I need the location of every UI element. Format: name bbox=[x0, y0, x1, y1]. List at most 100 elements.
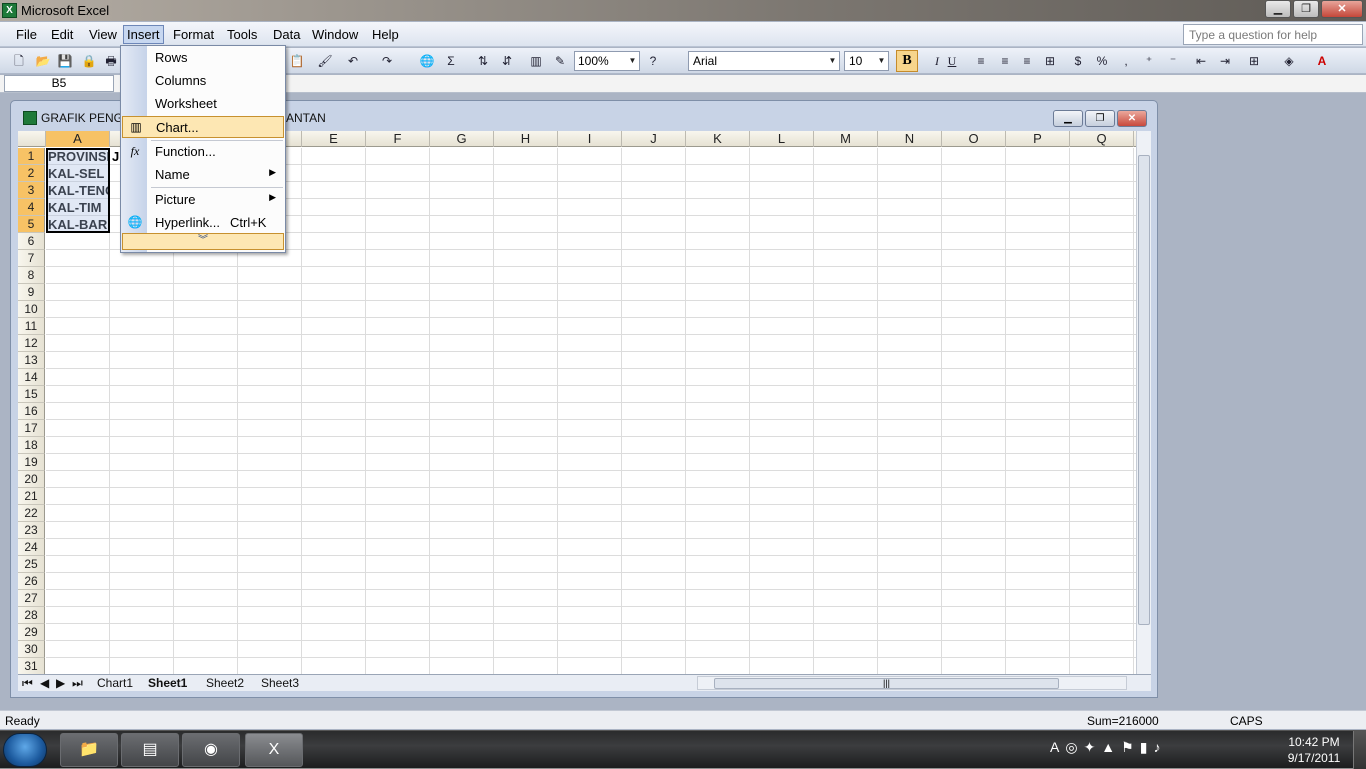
workbook-minimize-button[interactable]: ▁ bbox=[1053, 110, 1083, 127]
vertical-scroll-thumb[interactable] bbox=[1138, 155, 1150, 625]
align-center-icon[interactable]: ≡ bbox=[996, 52, 1014, 70]
menu-edit[interactable]: Edit bbox=[48, 26, 76, 43]
print-icon[interactable]: 🖶 bbox=[102, 52, 120, 70]
row-header[interactable]: 11 bbox=[18, 318, 45, 335]
row-header[interactable]: 9 bbox=[18, 284, 45, 301]
workbook-restore-button[interactable]: ❐ bbox=[1085, 110, 1115, 127]
row-header[interactable]: 22 bbox=[18, 505, 45, 522]
row-header[interactable]: 27 bbox=[18, 590, 45, 607]
format-painter-icon[interactable]: 🖌 bbox=[316, 52, 334, 70]
column-header[interactable]: M bbox=[814, 131, 878, 147]
start-button[interactable] bbox=[3, 733, 47, 767]
select-all-corner[interactable] bbox=[18, 131, 46, 147]
workbook-close-button[interactable]: ✕ bbox=[1117, 110, 1147, 127]
align-right-icon[interactable]: ≡ bbox=[1018, 52, 1036, 70]
permission-icon[interactable]: 🔒 bbox=[80, 52, 98, 70]
redo-icon[interactable]: ↷ bbox=[378, 52, 396, 70]
decrease-indent-icon[interactable]: ⇤ bbox=[1192, 52, 1210, 70]
row-header[interactable]: 12 bbox=[18, 335, 45, 352]
flag-icon[interactable]: ⚑ bbox=[1121, 739, 1134, 756]
app-task[interactable]: ▤ bbox=[121, 733, 179, 767]
menu-data[interactable]: Data bbox=[270, 26, 303, 43]
menu-file[interactable]: File bbox=[13, 26, 40, 43]
first-sheet-icon[interactable]: ⏮ bbox=[22, 676, 33, 691]
row-header[interactable]: 23 bbox=[18, 522, 45, 539]
row-header[interactable]: 13 bbox=[18, 352, 45, 369]
bluetooth-icon[interactable]: ✦ bbox=[1084, 739, 1096, 756]
restore-button[interactable]: ❐ bbox=[1293, 0, 1319, 18]
open-icon[interactable]: 📂 bbox=[34, 52, 52, 70]
row-header[interactable]: 20 bbox=[18, 471, 45, 488]
row-header[interactable]: 3 bbox=[18, 182, 45, 199]
zoom-select[interactable]: 100% ▼ bbox=[574, 51, 640, 71]
row-header[interactable]: 16 bbox=[18, 403, 45, 420]
tab-sheet2[interactable]: Sheet2 bbox=[206, 676, 244, 690]
tab-sheet1[interactable]: Sheet1 bbox=[148, 676, 187, 690]
row-header[interactable]: 18 bbox=[18, 437, 45, 454]
column-header[interactable]: L bbox=[750, 131, 814, 147]
row-header[interactable]: 17 bbox=[18, 420, 45, 437]
expand-menu-button[interactable]: ︾ bbox=[122, 233, 284, 250]
close-button[interactable]: ✕ bbox=[1321, 0, 1363, 18]
column-header[interactable]: E bbox=[302, 131, 366, 147]
currency-icon[interactable]: $ bbox=[1069, 52, 1087, 70]
row-header[interactable]: 25 bbox=[18, 556, 45, 573]
menu-window[interactable]: Window bbox=[309, 26, 361, 43]
row-header[interactable]: 1 bbox=[18, 148, 45, 165]
row-header[interactable]: 15 bbox=[18, 386, 45, 403]
insert-picture-item[interactable]: Picture ▶ bbox=[122, 189, 284, 211]
menu-view[interactable]: View bbox=[86, 26, 120, 43]
comma-icon[interactable]: , bbox=[1117, 52, 1135, 70]
insert-rows-item[interactable]: Rows bbox=[122, 47, 284, 69]
row-header[interactable]: 30 bbox=[18, 641, 45, 658]
column-header[interactable]: N bbox=[878, 131, 942, 147]
row-header[interactable]: 8 bbox=[18, 267, 45, 284]
merge-center-icon[interactable]: ⊞ bbox=[1041, 52, 1059, 70]
menu-tools[interactable]: Tools bbox=[224, 26, 260, 43]
column-header[interactable]: G bbox=[430, 131, 494, 147]
paste-icon[interactable]: 📋 bbox=[288, 52, 306, 70]
bold-button[interactable]: B bbox=[896, 50, 918, 72]
insert-worksheet-item[interactable]: Worksheet bbox=[122, 93, 284, 115]
vertical-scrollbar[interactable] bbox=[1136, 131, 1151, 674]
fill-color-icon[interactable]: ◈ bbox=[1280, 52, 1298, 70]
drawing-icon[interactable]: ✎ bbox=[551, 52, 569, 70]
save-icon[interactable]: 💾 bbox=[56, 52, 74, 70]
row-header[interactable]: 24 bbox=[18, 539, 45, 556]
show-hidden-icon[interactable]: ▲ bbox=[1101, 739, 1115, 756]
hyperlink-icon[interactable]: 🌐 bbox=[418, 52, 436, 70]
increase-indent-icon[interactable]: ⇥ bbox=[1216, 52, 1234, 70]
insert-chart-item[interactable]: ▥ Chart... bbox=[122, 116, 284, 138]
font-select[interactable]: Arial ▼ bbox=[688, 51, 840, 71]
prev-sheet-icon[interactable]: ◀ bbox=[40, 676, 49, 690]
new-icon[interactable]: 🗋 bbox=[10, 52, 28, 70]
row-header[interactable]: 14 bbox=[18, 369, 45, 386]
undo-icon[interactable]: ↶ bbox=[344, 52, 362, 70]
tab-sheet3[interactable]: Sheet3 bbox=[261, 676, 299, 690]
row-header[interactable]: 28 bbox=[18, 607, 45, 624]
row-header[interactable]: 2 bbox=[18, 165, 45, 182]
insert-hyperlink-item[interactable]: 🌐 Hyperlink... Ctrl+K bbox=[122, 212, 284, 234]
sort-descending-icon[interactable]: ⇵ bbox=[498, 52, 516, 70]
clock[interactable]: 10:42 PM 9/17/2011 bbox=[1283, 734, 1345, 766]
help-icon[interactable]: ? bbox=[644, 52, 662, 70]
font-size-select[interactable]: 10 ▼ bbox=[844, 51, 889, 71]
column-header[interactable]: I bbox=[558, 131, 622, 147]
minimize-button[interactable]: ▁ bbox=[1265, 0, 1291, 18]
language-icon[interactable]: A bbox=[1050, 739, 1059, 756]
column-header[interactable]: K bbox=[686, 131, 750, 147]
column-header[interactable]: Q bbox=[1070, 131, 1134, 147]
row-header[interactable]: 5 bbox=[18, 216, 45, 233]
name-box[interactable]: B5 bbox=[4, 75, 114, 92]
insert-function-item[interactable]: fx Function... bbox=[122, 141, 284, 163]
row-header[interactable]: 19 bbox=[18, 454, 45, 471]
last-sheet-icon[interactable]: ⏭ bbox=[72, 676, 83, 691]
horizontal-scrollbar[interactable]: ||| bbox=[697, 676, 1127, 690]
column-header[interactable]: F bbox=[366, 131, 430, 147]
column-header[interactable]: H bbox=[494, 131, 558, 147]
borders-icon[interactable]: ⊞ bbox=[1245, 52, 1263, 70]
font-color-icon[interactable]: A bbox=[1313, 52, 1331, 70]
excel-task[interactable]: X bbox=[245, 733, 303, 767]
explorer-task[interactable]: 📁 bbox=[60, 733, 118, 767]
increase-decimal-icon[interactable]: ⁺ bbox=[1140, 52, 1158, 70]
